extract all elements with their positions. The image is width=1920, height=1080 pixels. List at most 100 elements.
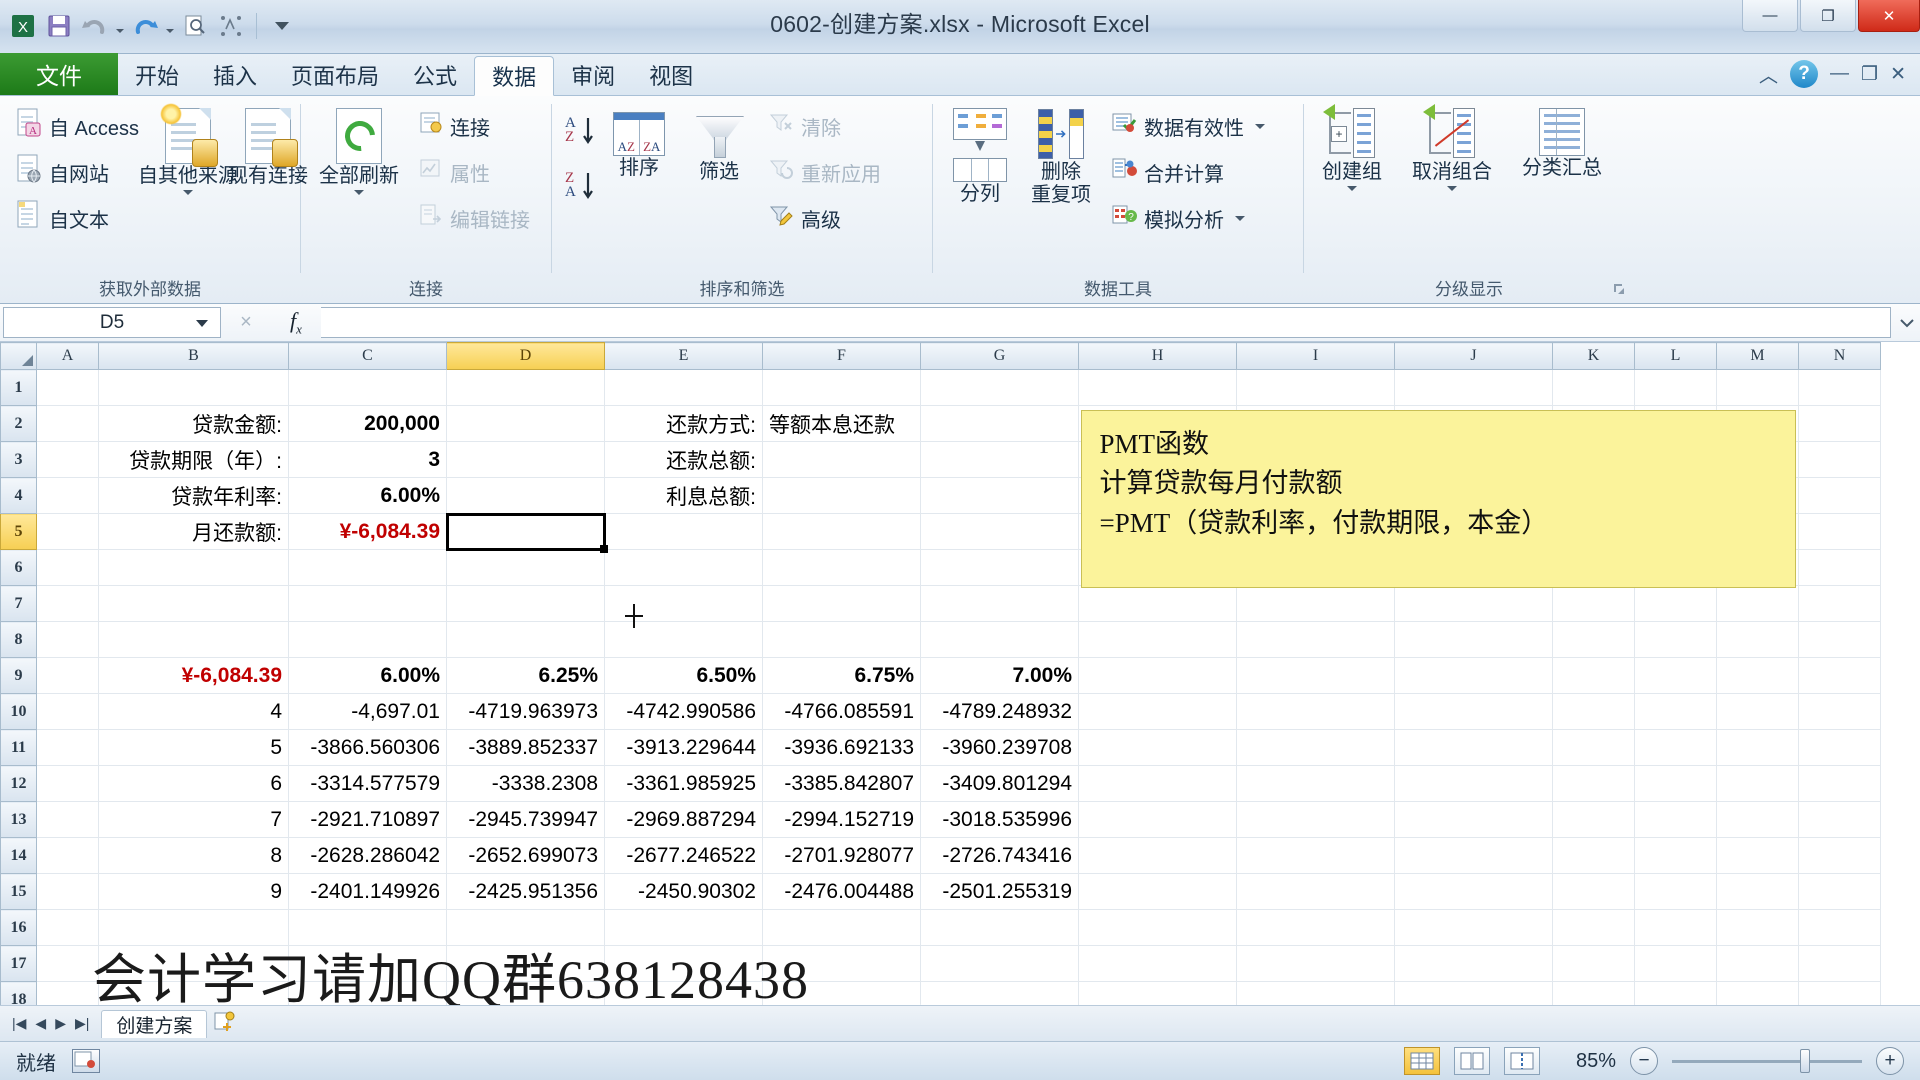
row-header-3[interactable]: 3 bbox=[0, 441, 37, 478]
cell-E15[interactable]: -2450.90302 bbox=[604, 873, 763, 910]
cell-D10[interactable]: -4719.963973 bbox=[446, 693, 605, 730]
cell-N15[interactable] bbox=[1798, 873, 1881, 910]
cell-F8[interactable] bbox=[762, 621, 921, 658]
cell-I9[interactable] bbox=[1236, 657, 1395, 694]
cell-M12[interactable] bbox=[1716, 765, 1799, 802]
subtotal-button[interactable]: 分类汇总 bbox=[1514, 102, 1610, 181]
cell-G2[interactable] bbox=[920, 405, 1079, 442]
spreadsheet-grid[interactable]: A B C D E F G H I J K L M N 1 2 贷款金额: 200,0… bbox=[0, 342, 1920, 1010]
sort-ascending-button[interactable]: AZ bbox=[562, 110, 596, 155]
cell-B3[interactable]: 贷款期限（年）: bbox=[98, 441, 289, 478]
cell-D7[interactable] bbox=[446, 585, 605, 622]
cell-I16[interactable] bbox=[1236, 909, 1395, 946]
row-header-12[interactable]: 12 bbox=[0, 765, 37, 802]
group-button[interactable]: + 创建组 bbox=[1314, 102, 1390, 193]
cell-C15[interactable]: -2401.149926 bbox=[288, 873, 447, 910]
cell-N14[interactable] bbox=[1798, 837, 1881, 874]
cell-D2[interactable] bbox=[446, 405, 605, 442]
advanced-filter-button[interactable]: 高级 bbox=[762, 198, 887, 238]
data-validation-button[interactable]: 数据有效性 bbox=[1105, 106, 1271, 146]
cell-E1[interactable] bbox=[604, 369, 763, 406]
cell-K11[interactable] bbox=[1552, 729, 1635, 766]
cell-A11[interactable] bbox=[36, 729, 99, 766]
cell-L14[interactable] bbox=[1634, 837, 1717, 874]
workbook-close-icon[interactable]: ✕ bbox=[1890, 63, 1906, 86]
cell-F5[interactable] bbox=[762, 513, 921, 550]
cell-C1[interactable] bbox=[288, 369, 447, 406]
cell-K16[interactable] bbox=[1552, 909, 1635, 946]
cell-H17[interactable] bbox=[1078, 945, 1237, 982]
cell-J13[interactable] bbox=[1394, 801, 1553, 838]
cell-C5[interactable]: ¥-6,084.39 bbox=[288, 513, 447, 550]
cell-K17[interactable] bbox=[1552, 945, 1635, 982]
cell-B9[interactable]: ¥-6,084.39 bbox=[98, 657, 289, 694]
cell-A13[interactable] bbox=[36, 801, 99, 838]
cell-M13[interactable] bbox=[1716, 801, 1799, 838]
row-header-4[interactable]: 4 bbox=[0, 477, 37, 514]
cell-F3[interactable] bbox=[762, 441, 921, 478]
cell-F14[interactable]: -2701.928077 bbox=[762, 837, 921, 874]
cell-D9[interactable]: 6.25% bbox=[446, 657, 605, 694]
remove-duplicates-button[interactable]: 删除 重复项 bbox=[1023, 102, 1099, 208]
cell-H10[interactable] bbox=[1078, 693, 1237, 730]
col-header-D[interactable]: D bbox=[446, 342, 605, 370]
row-header-6[interactable]: 6 bbox=[0, 549, 37, 586]
cell-N7[interactable] bbox=[1798, 585, 1881, 622]
col-header-H[interactable]: H bbox=[1078, 342, 1237, 370]
customize-qat-icon[interactable] bbox=[265, 9, 299, 43]
from-web-button[interactable]: 自网站 bbox=[10, 152, 145, 192]
sheet-nav-next[interactable]: ▶ bbox=[55, 1015, 66, 1032]
cell-K8[interactable] bbox=[1552, 621, 1635, 658]
row-header-13[interactable]: 13 bbox=[0, 801, 37, 838]
cell-G8[interactable] bbox=[920, 621, 1079, 658]
cell-A14[interactable] bbox=[36, 837, 99, 874]
record-macro-icon[interactable] bbox=[72, 1049, 100, 1073]
cell-F10[interactable]: -4766.085591 bbox=[762, 693, 921, 730]
cell-C13[interactable]: -2921.710897 bbox=[288, 801, 447, 838]
cell-L8[interactable] bbox=[1634, 621, 1717, 658]
name-box-caret-icon[interactable] bbox=[196, 319, 208, 327]
from-access-button[interactable]: A 自 Access bbox=[10, 106, 145, 146]
cell-C10[interactable]: -4,697.01 bbox=[288, 693, 447, 730]
filter-button[interactable]: 筛选 bbox=[682, 102, 756, 185]
cell-G7[interactable] bbox=[920, 585, 1079, 622]
cell-G9[interactable]: 7.00% bbox=[920, 657, 1079, 694]
cell-I7[interactable] bbox=[1236, 585, 1395, 622]
cell-A10[interactable] bbox=[36, 693, 99, 730]
cell-H12[interactable] bbox=[1078, 765, 1237, 802]
cell-F13[interactable]: -2994.152719 bbox=[762, 801, 921, 838]
col-header-M[interactable]: M bbox=[1716, 342, 1799, 370]
select-all-corner[interactable] bbox=[0, 342, 37, 370]
close-button[interactable]: ✕ bbox=[1858, 0, 1920, 32]
cell-H9[interactable] bbox=[1078, 657, 1237, 694]
cell-J12[interactable] bbox=[1394, 765, 1553, 802]
data-validation-caret[interactable] bbox=[1255, 123, 1265, 129]
cell-D1[interactable] bbox=[446, 369, 605, 406]
cell-C11[interactable]: -3866.560306 bbox=[288, 729, 447, 766]
row-header-17[interactable]: 17 bbox=[0, 945, 37, 982]
cell-L13[interactable] bbox=[1634, 801, 1717, 838]
col-header-E[interactable]: E bbox=[604, 342, 763, 370]
cell-I8[interactable] bbox=[1236, 621, 1395, 658]
col-header-N[interactable]: N bbox=[1798, 342, 1881, 370]
cell-G6[interactable] bbox=[920, 549, 1079, 586]
cell-K1[interactable] bbox=[1552, 369, 1635, 406]
cell-F11[interactable]: -3936.692133 bbox=[762, 729, 921, 766]
col-header-L[interactable]: L bbox=[1634, 342, 1717, 370]
cell-A8[interactable] bbox=[36, 621, 99, 658]
cell-B2[interactable]: 贷款金额: bbox=[98, 405, 289, 442]
cell-D13[interactable]: -2945.739947 bbox=[446, 801, 605, 838]
col-header-K[interactable]: K bbox=[1552, 342, 1635, 370]
text-to-columns-button[interactable]: 分列 bbox=[943, 102, 1017, 207]
cell-J9[interactable] bbox=[1394, 657, 1553, 694]
cell-M17[interactable] bbox=[1716, 945, 1799, 982]
cell-F12[interactable]: -3385.842807 bbox=[762, 765, 921, 802]
cell-L16[interactable] bbox=[1634, 909, 1717, 946]
cell-I11[interactable] bbox=[1236, 729, 1395, 766]
ungroup-button[interactable]: 取消组合 bbox=[1404, 102, 1500, 193]
tab-home[interactable]: 开始 bbox=[118, 55, 196, 95]
cell-E3[interactable]: 还款总额: bbox=[604, 441, 763, 478]
cell-K7[interactable] bbox=[1552, 585, 1635, 622]
zoom-out-button[interactable]: − bbox=[1630, 1047, 1658, 1075]
zoom-level[interactable]: 85% bbox=[1554, 1050, 1616, 1073]
